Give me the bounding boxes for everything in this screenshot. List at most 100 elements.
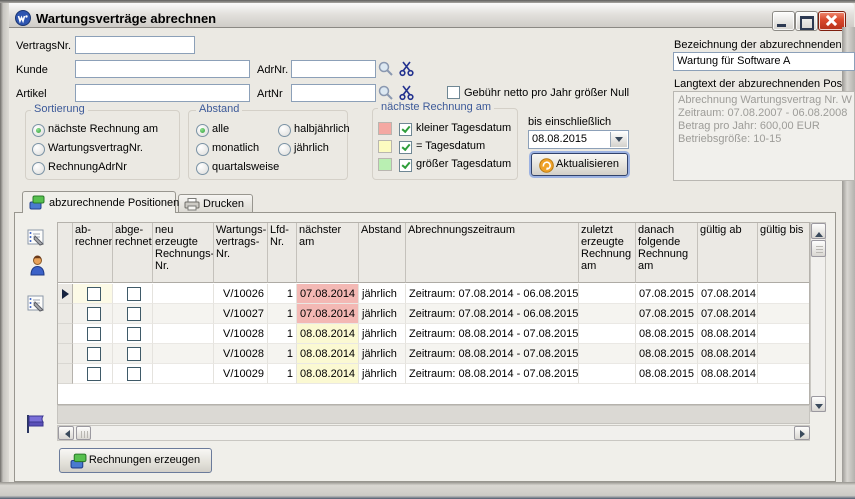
legend-checkbox[interactable]: [399, 123, 412, 136]
grid-footer-filler: [57, 405, 810, 424]
abgerechnet-checkbox[interactable]: [127, 347, 141, 361]
search-icon[interactable]: [377, 84, 394, 101]
naechster-am-cell: 07.08.2014: [297, 304, 359, 324]
column-header[interactable]: ab- rechnen: [73, 223, 113, 283]
title-bar[interactable]: Wartungsverträge abrechnen: [1, 3, 854, 28]
person-icon[interactable]: [29, 255, 46, 276]
fee-checkbox[interactable]: [447, 86, 460, 99]
gueltig-ab-cell: 07.08.2014: [698, 304, 758, 324]
abstand-radio-label[interactable]: halbjährlich: [294, 123, 350, 135]
table-row[interactable]: V/10026107.08.2014jährlichZeitraum: 07.0…: [58, 284, 810, 304]
column-header[interactable]: danach folgende Rechnung am: [636, 223, 698, 283]
edit-note-icon[interactable]: [26, 294, 46, 314]
header-row-selector[interactable]: [58, 223, 73, 283]
sortierung-radio[interactable]: [32, 162, 45, 175]
column-header[interactable]: Lfd- Nr.: [268, 223, 297, 283]
row-selector-cell: [58, 304, 73, 324]
abgerechnet-checkbox[interactable]: [127, 287, 141, 301]
abstand-radio-label[interactable]: quartalsweise: [212, 161, 279, 173]
column-header[interactable]: gültig ab: [698, 223, 758, 283]
edit-note-icon[interactable]: [26, 228, 46, 248]
date-combobox[interactable]: 08.08.2015: [528, 130, 629, 149]
horizontal-scroll-thumb[interactable]: [76, 426, 91, 440]
scroll-left-button[interactable]: [58, 426, 74, 440]
sortierung-radio-label[interactable]: RechnungAdrNr: [48, 161, 127, 173]
column-header[interactable]: neu erzeugte Rechnungs- Nr.: [153, 223, 214, 283]
abrechnen-checkbox[interactable]: [87, 287, 101, 301]
zuletzt-erzeugte-cell: [579, 284, 636, 304]
table-row[interactable]: V/10027107.08.2014jährlichZeitraum: 07.0…: [58, 304, 810, 324]
column-header[interactable]: Wartungs- vertrags- Nr.: [214, 223, 268, 283]
abstand-radio[interactable]: [196, 124, 209, 137]
vertical-scroll-thumb[interactable]: [811, 240, 826, 257]
artikel-input[interactable]: [75, 84, 250, 102]
column-header[interactable]: gültig bis: [758, 223, 810, 283]
column-header[interactable]: Abstand: [359, 223, 406, 283]
sortierung-radio-label[interactable]: nächste Rechnung am: [48, 123, 158, 135]
abstand-radio-label[interactable]: alle: [212, 123, 229, 135]
flag-icon[interactable]: [25, 414, 46, 434]
naechster-am-cell: 07.08.2014: [297, 284, 359, 304]
positions-table: ab- rechnenabge- rechnetneu erzeugte Rec…: [57, 222, 810, 405]
abrechnen-checkbox[interactable]: [87, 367, 101, 381]
date-dropdown-button[interactable]: [610, 132, 627, 147]
abrechnen-checkbox[interactable]: [87, 307, 101, 321]
column-header[interactable]: abge- rechnet: [113, 223, 153, 283]
tab-abzurechnende-positionen[interactable]: abzurechnende Positionen: [22, 191, 176, 213]
abstand-radio[interactable]: [278, 124, 291, 137]
vertical-scrollbar[interactable]: [810, 222, 826, 412]
abstand-cell: jährlich: [359, 344, 406, 364]
maximize-button[interactable]: [795, 11, 818, 31]
fee-checkbox-label[interactable]: Gebühr netto pro Jahr größer Null: [464, 87, 629, 99]
scroll-up-button[interactable]: [811, 223, 826, 239]
abrechnen-checkbox[interactable]: [87, 327, 101, 341]
abgerechnet-checkbox[interactable]: [127, 367, 141, 381]
adrnr-input[interactable]: [291, 60, 376, 78]
scroll-right-button[interactable]: [794, 426, 810, 440]
abstand-cell: jährlich: [359, 284, 406, 304]
abstand-radio-label[interactable]: monatlich: [212, 142, 259, 154]
legend-checkbox[interactable]: [399, 159, 412, 172]
table-row[interactable]: V/10028108.08.2014jährlichZeitraum: 08.0…: [58, 344, 810, 364]
sortierung-radio-label[interactable]: WartungsvertragNr.: [48, 142, 143, 154]
abstand-radio[interactable]: [196, 143, 209, 156]
table-row[interactable]: V/10029108.08.2014jährlichZeitraum: 08.0…: [58, 364, 810, 384]
aktualisieren-button[interactable]: Aktualisieren: [531, 153, 628, 176]
scissors-icon[interactable]: [398, 60, 415, 77]
column-header[interactable]: Abrechnungszeitraum: [406, 223, 579, 283]
sortierung-radio[interactable]: [32, 124, 45, 137]
wartungsvertragsnr-cell: V/10028: [214, 324, 268, 344]
search-icon[interactable]: [377, 60, 394, 77]
table-row[interactable]: V/10028108.08.2014jährlichZeitraum: 08.0…: [58, 324, 810, 344]
abrechnen-cell: [73, 304, 113, 324]
neu-rechnungsnr-cell: [153, 324, 214, 344]
sortierung-radio[interactable]: [32, 143, 45, 156]
abstand-radio[interactable]: [196, 162, 209, 175]
arrow-right-icon: [800, 430, 809, 438]
minimize-button[interactable]: [772, 11, 795, 31]
scroll-down-button[interactable]: [811, 396, 826, 412]
tab-drucken[interactable]: Drucken: [178, 194, 253, 213]
abgerechnet-checkbox[interactable]: [127, 307, 141, 321]
abstand-radio[interactable]: [278, 143, 291, 156]
scissors-icon[interactable]: [398, 84, 415, 101]
legend-checkbox[interactable]: [399, 141, 412, 154]
abrechnen-checkbox[interactable]: [87, 347, 101, 361]
bezeichnung-input[interactable]: Wartung für Software A: [673, 52, 855, 71]
abstand-radio-label[interactable]: jährlich: [294, 142, 329, 154]
column-header[interactable]: nächster am: [297, 223, 359, 283]
lfdnr-cell: 1: [268, 364, 297, 384]
kunde-input[interactable]: [75, 60, 250, 78]
rechnungen-erzeugen-button[interactable]: Rechnungen erzeugen: [59, 448, 212, 473]
abgerechnet-checkbox[interactable]: [127, 327, 141, 341]
horizontal-scrollbar[interactable]: [57, 425, 810, 441]
neu-rechnungsnr-cell: [153, 364, 214, 384]
date-value: 08.08.2015: [532, 133, 587, 145]
vertragsnr-input[interactable]: [75, 36, 195, 54]
lfdnr-cell: 1: [268, 324, 297, 344]
lfdnr-cell: 1: [268, 304, 297, 324]
column-header[interactable]: zuletzt erzeugte Rechnung am: [579, 223, 636, 283]
legend-color-swatch: [378, 122, 392, 135]
kunde-label: Kunde: [16, 64, 48, 76]
artnr-input[interactable]: [291, 84, 376, 102]
